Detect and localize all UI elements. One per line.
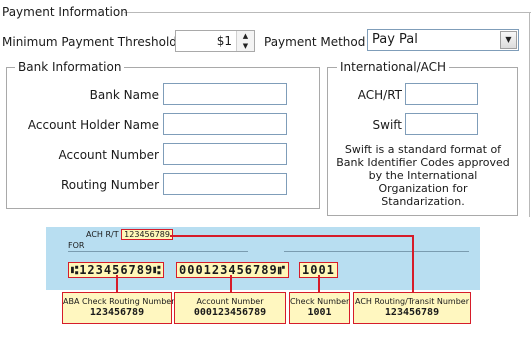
bank-name-label: Bank Name	[89, 88, 159, 102]
stepper-down-icon[interactable]: ▼	[237, 41, 254, 51]
payment-method-value: Pay Pal	[372, 32, 418, 47]
callout-check: Check Number 1001	[289, 292, 350, 324]
callout-check-title: Check Number	[290, 297, 350, 306]
callout-account-value: 000123456789	[193, 307, 267, 318]
account-number-input[interactable]	[163, 143, 287, 165]
check-achrt: ACH R/T 123456789	[86, 229, 173, 240]
callout-account: Account Number 000123456789	[174, 292, 286, 324]
payment-group-border	[124, 12, 531, 13]
callout-aba-title: ABA Check Routing Number	[63, 297, 175, 306]
micr-account: 000123456789⑈	[176, 262, 289, 278]
achrt-label: ACH/RT	[357, 88, 402, 102]
payment-method-select[interactable]: Pay Pal ▼	[367, 29, 519, 51]
connector-account	[230, 275, 232, 292]
routing-number-input[interactable]	[163, 173, 287, 195]
micr-account-value: 000123456789⑈	[176, 262, 289, 278]
swift-description: Swift is a standard format of Bank Ident…	[336, 143, 510, 208]
stepper-up-icon[interactable]: ▲	[237, 31, 254, 41]
swift-input[interactable]	[405, 113, 478, 135]
callout-account-title: Account Number	[196, 297, 264, 306]
connector-check	[318, 275, 320, 292]
callout-ach-title: ACH Routing/Transit Number	[354, 297, 470, 306]
check-achrt-prefix: ACH R/T	[86, 230, 119, 239]
callout-check-value: 1001	[307, 307, 332, 318]
callout-aba: ABA Check Routing Number 123456789	[62, 292, 175, 324]
achrt-input[interactable]	[405, 83, 478, 105]
min-threshold-label: Minimum Payment Threshold	[2, 35, 177, 49]
connector-aba	[116, 275, 118, 292]
signature-line	[284, 251, 469, 252]
connector-ach-horizontal	[170, 235, 413, 237]
intl-legend: International/ACH	[337, 60, 450, 74]
account-holder-label: Account Holder Name	[27, 118, 159, 132]
account-number-label: Account Number	[58, 148, 159, 162]
page-right-border	[529, 12, 530, 217]
bank-name-input[interactable]	[163, 83, 287, 105]
connector-ach-vertical	[412, 235, 414, 292]
routing-number-label: Routing Number	[60, 178, 159, 192]
stepper-arrows[interactable]: ▲ ▼	[236, 31, 254, 51]
min-threshold-stepper[interactable]: $1 ▲ ▼	[175, 30, 255, 52]
payment-legend: Payment Information	[2, 5, 128, 19]
chevron-down-icon[interactable]: ▼	[500, 31, 517, 49]
check-for-label: FOR	[68, 241, 85, 250]
callout-aba-value: 123456789	[89, 307, 145, 318]
callout-ach-value: 123456789	[384, 307, 440, 318]
swift-label: Swift	[372, 118, 402, 132]
min-threshold-value: $1	[216, 34, 232, 48]
callout-ach: ACH Routing/Transit Number 123456789	[353, 292, 471, 324]
for-line	[68, 251, 248, 252]
check-achrt-value: 123456789	[121, 229, 173, 240]
payment-method-label: Payment Method	[264, 35, 366, 49]
bank-legend: Bank Information	[15, 60, 125, 74]
account-holder-input[interactable]	[163, 113, 287, 135]
